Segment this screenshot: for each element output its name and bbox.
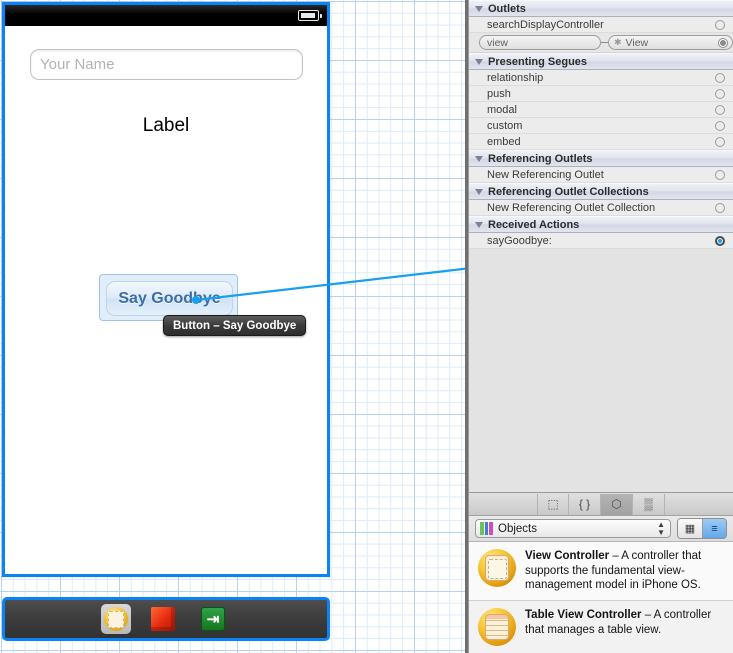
connection-well[interactable] (715, 89, 725, 99)
section-header-outlets[interactable]: Outlets (469, 0, 733, 17)
code-snippet-icon[interactable]: { } (569, 493, 601, 515)
table-view-controller-glyph (485, 614, 509, 641)
section-header-presenting-segues[interactable]: Presenting Segues (469, 53, 733, 70)
outlet-name-pill[interactable]: view (479, 35, 601, 50)
connection-well[interactable] (715, 20, 725, 30)
outlet-row-searchdisplaycontroller[interactable]: searchDisplayController (469, 17, 733, 33)
library-picker-bar[interactable]: Objects ▲ ▼ ▦ ≡ (469, 516, 733, 542)
section-title: Received Actions (488, 218, 580, 231)
library-item-text: Table View Controller – A controller tha… (525, 608, 725, 646)
segue-row-relationship[interactable]: relationship (469, 70, 733, 86)
asterisk-icon: ✱ (614, 37, 622, 47)
library-category-value: Objects (498, 522, 537, 535)
library-toolbar[interactable]: ⬚ { } ⬡ ▒ (469, 493, 733, 516)
section-title: Outlets (488, 2, 526, 15)
view-controller-library-icon (478, 549, 516, 587)
interface-builder-window: Your Name Label Say Goodbye ⇥ Button – S… (0, 0, 733, 653)
connection-well[interactable] (715, 137, 725, 147)
exit-glyph: ⇥ (201, 607, 225, 631)
name-text-field[interactable]: Your Name (30, 49, 303, 80)
connections-inspector[interactable]: Outlets searchDisplayController view ✱ V… (468, 0, 733, 492)
library-item-text: View Controller – A controller that supp… (525, 549, 725, 593)
first-responder-cube-icon[interactable] (151, 604, 181, 634)
section-header-received-actions[interactable]: Received Actions (469, 216, 733, 233)
connection-well[interactable] (715, 203, 725, 213)
row-label: relationship (487, 71, 544, 84)
connection-well[interactable] (715, 105, 725, 115)
row-label: embed (487, 135, 521, 148)
pill-connector-line (601, 42, 608, 43)
section-title: Presenting Segues (488, 55, 588, 68)
row-label: push (487, 87, 511, 100)
library-category-select[interactable]: Objects ▲ ▼ (475, 519, 671, 538)
connection-well-connected[interactable] (718, 38, 728, 48)
connection-well[interactable] (715, 170, 725, 180)
name-text-field-placeholder: Your Name (40, 56, 115, 73)
scene-dock[interactable]: ⇥ (2, 597, 330, 641)
row-label: custom (487, 119, 523, 132)
referencing-outlet-row-new[interactable]: New Referencing Outlet (469, 167, 733, 183)
row-label: New Referencing Outlet Collection (487, 201, 656, 214)
row-label: modal (487, 103, 517, 116)
battery-icon (298, 10, 322, 21)
exit-icon[interactable]: ⇥ (201, 604, 231, 634)
chevron-down-icon[interactable] (475, 5, 483, 12)
grid-view-button[interactable]: ▦ (678, 519, 702, 538)
row-label: sayGoodbye: (487, 234, 552, 247)
section-title: Referencing Outlet Collections (488, 185, 649, 198)
table-view-controller-library-icon (478, 608, 516, 647)
cube-glyph (151, 607, 175, 631)
view-controller-scene[interactable]: Your Name Label Say Goodbye (2, 2, 330, 577)
outlet-row-view[interactable]: view ✱ View (469, 33, 733, 53)
library-panel[interactable]: ⬚ { } ⬡ ▒ Objects ▲ ▼ ▦ ≡ View Controlle… (468, 492, 733, 653)
outlet-target-pill[interactable]: ✱ View (608, 35, 733, 50)
row-label: searchDisplayController (487, 18, 604, 31)
media-library-icon[interactable]: ▒ (633, 493, 665, 515)
outlet-target-label: View (625, 36, 649, 49)
segue-row-push[interactable]: push (469, 86, 733, 102)
status-bar (5, 5, 327, 26)
object-library-icon[interactable]: ⬡ (601, 493, 633, 515)
greeting-label: Label (142, 115, 190, 136)
connection-well-connected[interactable] (715, 236, 725, 246)
objects-swatch-icon (480, 522, 494, 535)
segue-row-custom[interactable]: custom (469, 118, 733, 134)
chevron-updown-icon: ▲ ▼ (657, 519, 665, 537)
referencing-outlet-collection-row-new[interactable]: New Referencing Outlet Collection (469, 200, 733, 216)
list-view-button[interactable]: ≡ (702, 519, 726, 538)
chevron-down-icon[interactable] (475, 155, 483, 162)
inspector-empty-area (469, 249, 733, 489)
view-controller-glyph (104, 607, 128, 631)
connection-well[interactable] (715, 73, 725, 83)
file-template-icon[interactable]: ⬚ (537, 493, 569, 515)
section-header-referencing-outlets[interactable]: Referencing Outlets (469, 150, 733, 167)
library-item-title: Table View Controller (525, 609, 642, 622)
chevron-down-icon[interactable] (475, 188, 483, 195)
list-item[interactable]: Table View Controller – A controller tha… (469, 601, 733, 653)
row-label: New Referencing Outlet (487, 168, 604, 181)
view-controller-icon[interactable] (101, 604, 131, 634)
segue-row-modal[interactable]: modal (469, 102, 733, 118)
chevron-down-icon[interactable] (475, 58, 483, 65)
section-title: Referencing Outlets (488, 152, 593, 165)
section-header-referencing-outlet-collections[interactable]: Referencing Outlet Collections (469, 183, 733, 200)
view-controller-glyph (485, 555, 509, 581)
segue-row-embed[interactable]: embed (469, 134, 733, 150)
action-row-saygoodbye[interactable]: sayGoodbye: (469, 233, 733, 249)
library-item-title: View Controller (525, 550, 610, 562)
element-tooltip: Button – Say Goodbye (163, 315, 307, 336)
say-goodbye-button[interactable]: Say Goodbye (106, 281, 233, 316)
library-view-mode-segmented[interactable]: ▦ ≡ (677, 518, 727, 539)
list-item[interactable]: View Controller – A controller that supp… (469, 542, 733, 602)
say-goodbye-selection-frame[interactable]: Say Goodbye (99, 274, 238, 321)
connection-well[interactable] (715, 121, 725, 131)
chevron-down-icon[interactable] (475, 221, 483, 228)
